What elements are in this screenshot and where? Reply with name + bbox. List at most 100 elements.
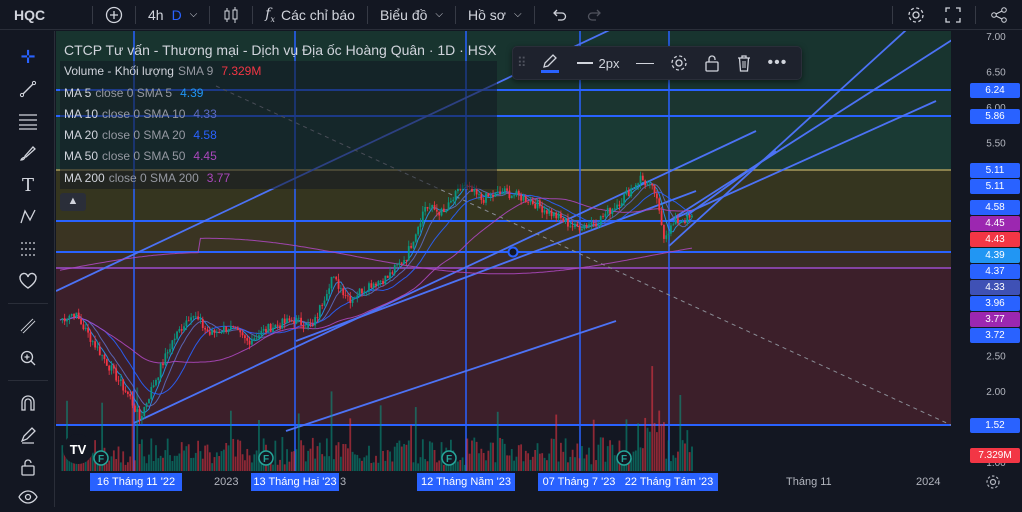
- candle-body: [501, 193, 504, 195]
- volume-bar: [61, 445, 64, 471]
- candle-body: [592, 222, 595, 224]
- volume-bar: [431, 442, 434, 471]
- price-label: 5.11: [970, 178, 1020, 194]
- candle-body: [206, 329, 209, 332]
- drag-handle-icon[interactable]: ⠿: [513, 46, 531, 80]
- settings-button[interactable]: [897, 0, 935, 30]
- chevron-up-icon: ▲: [67, 195, 79, 208]
- legend-row-volume[interactable]: Volume - Khối lượng SMA 9 7.329M: [60, 61, 497, 83]
- redo-button[interactable]: [579, 0, 611, 30]
- volume-bar: [330, 391, 333, 471]
- legend-row-ma5[interactable]: MA 5 close 0 SMA 5 4.39: [60, 82, 497, 104]
- magnet-icon[interactable]: [14, 389, 42, 417]
- volume-bar: [253, 454, 256, 471]
- undo-button[interactable]: [539, 0, 579, 30]
- profile-menu-button[interactable]: Hồ sơ ⌵: [460, 0, 530, 30]
- volume-bar: [567, 462, 569, 471]
- chart-type-button[interactable]: [214, 0, 248, 30]
- volume-bar: [283, 464, 286, 471]
- candle-body: [311, 324, 314, 326]
- candle-body: [239, 329, 242, 333]
- legend-params: close 0 SMA 200: [108, 170, 199, 185]
- volume-bar: [637, 423, 640, 471]
- heart-icon[interactable]: [14, 267, 42, 295]
- drawing-lock-button[interactable]: [696, 46, 728, 80]
- more-options-button[interactable]: •••: [760, 46, 796, 80]
- divider: [975, 5, 976, 24]
- volume-bar: [489, 442, 492, 471]
- candle-body: [220, 332, 223, 334]
- legend-row-ma50[interactable]: MA 50 close 0 SMA 50 4.45: [60, 146, 497, 168]
- line-width-button[interactable]: 2px: [569, 46, 628, 80]
- chart-settings-gear-icon[interactable]: [985, 474, 1001, 495]
- volume-bar: [145, 463, 148, 471]
- volume-bar: [485, 460, 487, 471]
- text-tool-icon[interactable]: T: [14, 171, 42, 199]
- drawing-settings-button[interactable]: [662, 46, 696, 80]
- stay-in-drawing-icon[interactable]: [14, 421, 42, 449]
- candle-body: [267, 323, 270, 333]
- candle-body: [316, 317, 319, 318]
- legend-title[interactable]: CTCP Tư vấn - Thương mại - Dịch vụ Địa ố…: [60, 40, 497, 61]
- brush-tool-icon[interactable]: [14, 139, 42, 167]
- candle-body: [96, 346, 99, 348]
- volume-bar: [667, 440, 670, 471]
- candle-body: [173, 338, 176, 341]
- pencil-icon: [542, 53, 557, 68]
- volume-bar: [279, 459, 281, 471]
- chart-menu-button[interactable]: Biểu đồ ⌵: [372, 0, 451, 30]
- legend-row-ma20[interactable]: MA 20 close 0 SMA 20 4.58: [60, 125, 497, 147]
- volume-bar: [112, 450, 115, 471]
- candle-body: [115, 368, 118, 381]
- volume-bar: [529, 459, 532, 471]
- lock-icon[interactable]: [14, 453, 42, 481]
- legend-params: SMA 9: [177, 64, 214, 79]
- price-label: 4.58: [970, 200, 1020, 216]
- candle-body: [253, 338, 256, 341]
- chart-menu-label: Biểu đồ: [379, 6, 428, 23]
- drawing-delete-button[interactable]: [728, 46, 760, 80]
- volume-bar: [407, 440, 410, 471]
- compare-add-button[interactable]: [97, 0, 131, 30]
- prediction-tool-icon[interactable]: [14, 235, 42, 263]
- crosshair-tool-icon[interactable]: ✛: [14, 43, 42, 71]
- legend-row-ma10[interactable]: MA 10 close 0 SMA 10 4.33: [60, 103, 497, 126]
- candle-body: [276, 324, 279, 326]
- drawing-anchor-handle[interactable]: [507, 246, 519, 258]
- candle-body: [578, 226, 581, 231]
- legend-row-ma200[interactable]: MA 200 close 0 SMA 200 3.77: [60, 167, 497, 190]
- indicators-button[interactable]: fx Các chỉ báo: [257, 0, 363, 30]
- volume-bar: [187, 444, 190, 471]
- fullscreen-button[interactable]: [935, 0, 971, 30]
- legend-params: close 0 SMA 10: [102, 106, 186, 121]
- share-button[interactable]: [980, 0, 1022, 30]
- candle-body: [361, 288, 363, 294]
- tradingview-logo[interactable]: TV: [63, 434, 93, 464]
- svg-text:F: F: [263, 454, 269, 465]
- symbol-search[interactable]: HQC: [0, 0, 88, 30]
- volume-bar: [185, 446, 188, 471]
- candle-body: [403, 260, 405, 264]
- candle-body: [410, 246, 413, 248]
- line-color-button[interactable]: [531, 46, 569, 80]
- volume-bar: [576, 443, 579, 471]
- volume-bar: [316, 446, 319, 471]
- fib-tool-icon[interactable]: [14, 107, 42, 135]
- volume-bar: [655, 432, 658, 471]
- candle-body: [218, 332, 221, 333]
- candle-body: [94, 341, 97, 348]
- volume-bar: [295, 449, 298, 471]
- candle-body: [354, 297, 356, 299]
- interval-selector[interactable]: 4h D ⌵: [140, 0, 205, 30]
- ruler-icon[interactable]: [14, 312, 42, 340]
- pattern-tool-icon[interactable]: [14, 203, 42, 231]
- candle-body: [183, 326, 185, 331]
- zoom-in-icon[interactable]: [14, 344, 42, 372]
- volume-bar: [370, 463, 373, 471]
- volume-bar: [492, 442, 494, 471]
- line-style-button[interactable]: [628, 46, 662, 80]
- legend-collapse-button[interactable]: ▲: [60, 193, 86, 212]
- trendline-tool-icon[interactable]: [14, 75, 42, 103]
- volume-bar: [344, 444, 347, 471]
- candle-body: [124, 390, 127, 392]
